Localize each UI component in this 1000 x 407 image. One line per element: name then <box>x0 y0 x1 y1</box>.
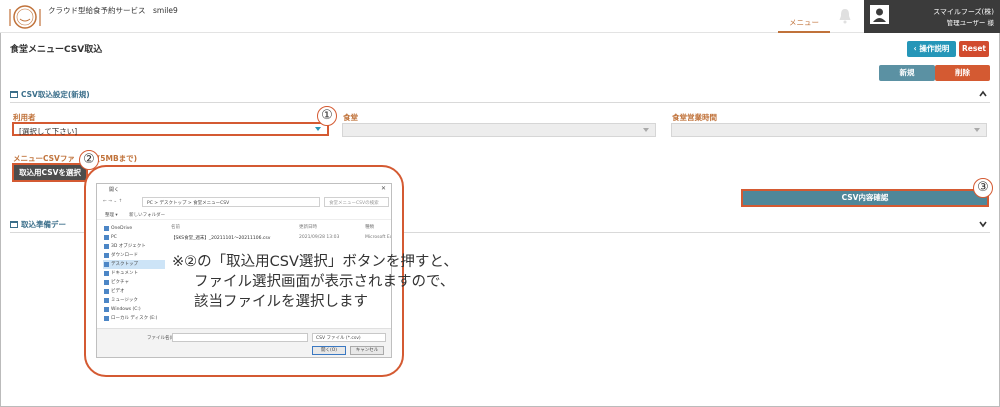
caret-down-icon <box>315 127 321 131</box>
sidebar-item-label: PC <box>111 235 117 240</box>
folder-icon <box>104 262 109 267</box>
sidebar-item[interactable]: ミュージック <box>103 296 165 305</box>
csv-label-suffix: (5MBまで) <box>96 154 138 163</box>
help-button[interactable]: ‹ 操作説明 <box>907 41 956 57</box>
hours-label: 食堂営業時間 <box>672 113 717 122</box>
folder-icon <box>104 226 109 231</box>
new-button[interactable]: 新規 <box>879 65 935 81</box>
sidebar-item[interactable]: デスクトップ <box>103 260 165 269</box>
sidebar-item-label: デスクトップ <box>111 262 138 267</box>
canteen-label: 食堂 <box>343 113 358 122</box>
sidebar-item-label: ミュージック <box>111 298 138 303</box>
user-select[interactable]: [選択して下さい] <box>12 122 329 136</box>
chevron-down-icon[interactable] <box>978 219 988 229</box>
smile-logo-icon <box>9 5 41 29</box>
sidebar-item-label: ピクチャ <box>111 280 129 285</box>
sidebar-item-label: ダウンロード <box>111 253 138 258</box>
file-date: 2021/09/28 13:03 <box>299 235 340 240</box>
note-line: ※②の「取込用CSV選択」ボタンを押すと、 <box>172 254 458 270</box>
tab-menu[interactable]: メニュー <box>778 13 830 33</box>
dialog-footer: ファイル名(N): CSV ファイル (*.csv) 開く(O) キャンセル <box>97 328 391 357</box>
sidebar-item[interactable]: OneDrive <box>103 224 165 233</box>
confirm-csv-button[interactable]: CSV内容確認 <box>741 189 989 207</box>
delete-button[interactable]: 削除 <box>935 65 990 81</box>
sidebar-item[interactable]: 3D オブジェクト <box>103 242 165 251</box>
instruction-note: ※②の「取込用CSV選択」ボタンを押すと、 ファイル選択画面が表示されますので、… <box>172 252 458 312</box>
new-folder-button[interactable]: 新しいフォルダー <box>129 213 165 218</box>
column-date[interactable]: 更新日時 <box>299 224 317 230</box>
caret-down-icon <box>974 128 980 132</box>
folder-icon <box>104 280 109 285</box>
csv-label-text: メニューCSVファ <box>13 154 75 163</box>
folder-icon <box>104 289 109 294</box>
address-bar: ← → ⌄ ↑ PC > デスクトップ > 食堂メニューCSV 食堂メニューCS… <box>97 197 391 208</box>
sidebar-item[interactable]: ピクチャ <box>103 278 165 287</box>
help-button-label: 操作説明 <box>919 44 950 53</box>
section-icon <box>10 91 18 98</box>
search-input[interactable]: 食堂メニューCSVの検索 <box>324 197 389 207</box>
chevron-up-icon[interactable] <box>978 89 988 99</box>
page-title: 食堂メニューCSV取込 <box>10 45 103 55</box>
folder-icon <box>104 271 109 276</box>
folder-icon <box>104 316 109 321</box>
dialog-toolbar: 整理 ▾ 新しいフォルダー <box>97 210 391 220</box>
section-csv-settings: CSV取込設定(新規) <box>10 89 990 103</box>
dialog-sidebar: OneDrive PC 3D オブジェクト ダウンロード デスクトップ ドキュメ… <box>103 224 165 326</box>
breadcrumb[interactable]: PC > デスクトップ > 食堂メニューCSV <box>142 197 320 207</box>
sidebar-item[interactable]: Windows (C:) <box>103 305 165 314</box>
dialog-title: 開く <box>97 184 391 194</box>
note-line: ファイル選択画面が表示されますので、 <box>194 274 455 290</box>
sidebar-item-label: 3D オブジェクト <box>111 244 146 249</box>
file-type: Microsoft Ex <box>365 235 392 240</box>
sidebar-item-label: OneDrive <box>111 226 133 231</box>
folder-icon <box>104 298 109 303</box>
step-badge-1: ① <box>317 106 337 126</box>
reset-button[interactable]: Reset <box>959 41 989 57</box>
note-line: 該当ファイルを選択します <box>194 294 368 310</box>
sidebar-item[interactable]: ダウンロード <box>103 251 165 260</box>
open-button[interactable]: 開く(O) <box>312 346 346 355</box>
folder-icon <box>104 253 109 258</box>
sidebar-item[interactable]: ビデオ <box>103 287 165 296</box>
top-header: クラウド型給食予約サービス smile9 メニュー スマイルフーズ(株) 管理ユ… <box>0 0 1000 33</box>
sidebar-item[interactable]: ドキュメント <box>103 269 165 278</box>
user-name: スマイルフーズ(株) <box>933 8 994 16</box>
close-icon[interactable]: ✕ <box>381 185 386 192</box>
file-name: 【SKS食堂_週末】_20211101〜20211106.csv <box>171 236 271 241</box>
user-select-value: [選択して下さい] <box>19 127 78 136</box>
caret-down-icon <box>643 128 649 132</box>
section-title: 取込準備デー <box>21 220 66 229</box>
bell-icon[interactable] <box>838 8 852 24</box>
sidebar-item[interactable]: ローカル ディスク (E:) <box>103 314 165 323</box>
hours-select[interactable] <box>671 123 987 137</box>
file-list-header: 名前 更新日時 種類 <box>169 224 391 232</box>
app-title: クラウド型給食予約サービス smile9 <box>48 6 178 15</box>
sidebar-item[interactable]: PC <box>103 233 165 242</box>
filetype-select[interactable]: CSV ファイル (*.csv) <box>312 333 386 342</box>
section-icon <box>10 221 18 228</box>
sidebar-item-label: ドキュメント <box>111 271 138 276</box>
folder-icon <box>104 235 109 240</box>
filename-input[interactable] <box>172 333 308 342</box>
column-type[interactable]: 種類 <box>365 224 374 230</box>
step-badge-3: ③ <box>973 178 993 198</box>
section-title: CSV取込設定(新規) <box>21 90 90 99</box>
column-name[interactable]: 名前 <box>171 224 180 230</box>
user-avatar-icon <box>870 5 889 24</box>
organize-button[interactable]: 整理 ▾ <box>105 213 118 218</box>
canteen-select[interactable] <box>342 123 656 137</box>
user-role: 管理ユーザー 様 <box>946 19 994 27</box>
sidebar-item-label: ローカル ディスク (E:) <box>111 316 158 321</box>
file-row[interactable]: 【SKS食堂_週末】_20211101〜20211106.csv 2021/09… <box>169 235 392 243</box>
nav-arrows-icon[interactable]: ← → ⌄ ↑ <box>103 199 122 204</box>
user-panel[interactable]: スマイルフーズ(株) 管理ユーザー 様 <box>864 0 1000 33</box>
cancel-button[interactable]: キャンセル <box>350 346 384 355</box>
step-badge-2: ② <box>79 150 99 170</box>
upload-csv-button[interactable]: 取込用CSVを選択 <box>12 163 88 182</box>
folder-icon <box>104 307 109 312</box>
sidebar-item-label: Windows (C:) <box>111 307 141 312</box>
sidebar-item-label: ビデオ <box>111 289 125 294</box>
folder-icon <box>104 244 109 249</box>
